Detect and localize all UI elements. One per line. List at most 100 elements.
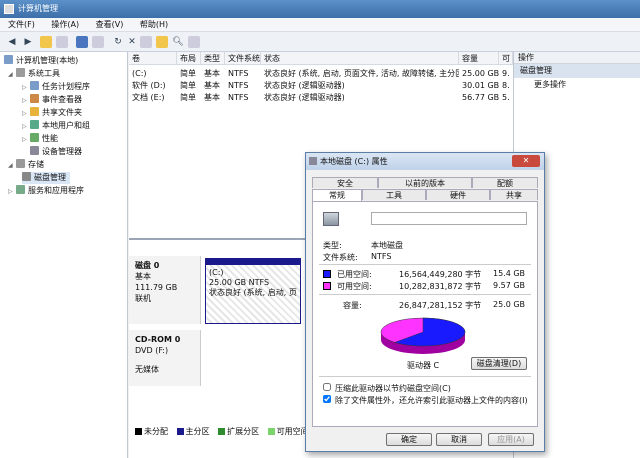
tree-item-storage[interactable]: ◢ 存储 [8,159,44,171]
disk-0-size: 111.79 GB [135,283,178,292]
cell-free: 9. [502,69,510,78]
show-tree-icon[interactable] [56,36,68,48]
column-header-status[interactable]: 状态 [261,52,459,65]
ok-button[interactable]: 确定 [386,433,432,446]
back-icon[interactable]: ◀ [6,36,18,48]
drive-icon [309,157,317,165]
column-header-type[interactable]: 类型 [201,52,225,65]
legend-swatch-primary [176,428,184,435]
navigation-tree: 计算机管理(本地) ◢ 系统工具 ▷ 任务计划程序 ▷ 事件查看器 ▷ 共享文件夹 ▷ 本… [0,52,128,458]
cell-layout: 简单 [180,81,196,90]
cell-volume: 软件 (D:) [132,81,166,90]
partition-c-status: 状态良好 (系统, 启动, 页面 [209,288,297,297]
index-checkbox[interactable] [323,395,331,403]
filesystem-label: 文件系统: [323,253,358,262]
tab-security[interactable]: 安全 [312,177,378,188]
tree-item-local-users[interactable]: ▷ 本地用户和组 [22,120,90,132]
menu-action[interactable]: 操作(A) [51,18,79,32]
open-icon[interactable] [156,36,168,48]
tree-item-disk-management[interactable]: 磁盘管理 [22,172,70,184]
column-header-volume[interactable]: 卷 [129,52,177,65]
divider [319,264,531,265]
cancel-button[interactable]: 取消 [436,433,482,446]
menu-file[interactable]: 文件(F) [8,18,35,32]
column-header-capacity[interactable]: 容量 [459,52,499,65]
hard-disk-icon [323,212,339,226]
tree-item-task-scheduler[interactable]: ▷ 任务计划程序 [22,81,90,93]
cdrom-name: CD-ROM 0 [135,335,181,344]
menu-view[interactable]: 查看(V) [96,18,124,32]
disk-cleanup-button[interactable]: 磁盘清理(D) [471,357,527,370]
compress-checkbox[interactable] [323,383,331,391]
cell-capacity: 30.01 GB [462,81,500,90]
new-icon[interactable] [140,36,152,48]
search-icon[interactable]: 🔍︎ [172,36,184,48]
cdrom-0-info[interactable]: CD-ROM 0 DVD (F:) 无媒体 [129,330,201,386]
tab-hardware[interactable]: 硬件 [426,189,490,200]
tab-tools[interactable]: 工具 [362,189,426,200]
help-icon[interactable] [76,36,88,48]
clock-icon [30,81,39,90]
dialog-title: 本地磁盘 (C:) 属性 [320,157,388,166]
tree-item-shared-folders[interactable]: ▷ 共享文件夹 [22,107,82,119]
apply-button[interactable]: 应用(A) [488,433,534,446]
tree-item-event-viewer[interactable]: ▷ 事件查看器 [22,94,82,106]
tree-item-services-apps[interactable]: ▷ 服务和应用程序 [8,185,84,197]
tree-item-device-manager[interactable]: 设备管理器 [30,146,82,158]
tools-icon [16,68,25,77]
menu-help[interactable]: 帮助(H) [140,18,168,32]
properties-icon[interactable] [92,36,104,48]
legend-swatch-unallocated [135,428,142,435]
cell-volume: (C:) [132,69,147,78]
column-header-filesystem[interactable]: 文件系统 [225,52,261,65]
cell-capacity: 25.00 GB [462,69,500,78]
tree-label: 事件查看器 [42,95,82,104]
cell-layout: 简单 [180,69,196,78]
services-icon [16,185,25,194]
cell-free: 5. [502,93,510,102]
cdrom-type: DVD (F:) [135,346,169,355]
tab-quota[interactable]: 配额 [472,177,538,188]
close-icon[interactable]: ✕ [512,155,540,167]
properties-dialog: 本地磁盘 (C:) 属性 ✕ 安全 以前的版本 配额 常规 工具 硬件 共享 类… [305,152,545,452]
volume-label-input[interactable] [371,212,527,225]
dialog-title-bar: 本地磁盘 (C:) 属性 ✕ [306,153,544,170]
cell-filesystem: NTFS [228,69,249,78]
column-header-layout[interactable]: 布局 [177,52,201,65]
event-icon [30,94,39,103]
capacity-bytes: 26,847,281,152 字节 [399,301,482,310]
tab-sharing[interactable]: 共享 [490,189,538,200]
type-value: 本地磁盘 [371,241,403,250]
cell-filesystem: NTFS [228,81,249,90]
delete-icon[interactable]: ✕ [126,36,138,48]
tree-item-performance[interactable]: ▷ 性能 [22,133,58,145]
storage-icon [16,159,25,168]
free-space-swatch [323,282,331,290]
menu-bar: 文件(F) 操作(A) 查看(V) 帮助(H) [0,18,640,32]
partition-c-name: (C:) [209,268,224,277]
window-title: 计算机管理 [18,4,58,13]
capacity-gb: 25.0 GB [493,300,526,309]
folder-up-icon[interactable] [40,36,52,48]
divider [319,376,531,377]
partition-c[interactable]: (C:) 25.00 GB NTFS 状态良好 (系统, 启动, 页面 [205,258,301,324]
settings-icon[interactable] [188,36,200,48]
partition-c-info: 25.00 GB NTFS [209,278,270,287]
users-icon [30,120,39,129]
tree-root[interactable]: 计算机管理(本地) [4,55,78,67]
performance-icon [30,133,39,142]
tree-item-system-tools[interactable]: ◢ 系统工具 [8,68,60,80]
more-actions-link[interactable]: 更多操作 [514,78,640,92]
disk-0-info[interactable]: 磁盘 0 基本 111.79 GB 联机 [129,256,201,324]
cell-type: 基本 [204,93,220,102]
refresh-icon[interactable]: ↻ [112,36,124,48]
free-space-gb: 9.57 GB [493,281,526,290]
tab-previous-versions[interactable]: 以前的版本 [378,177,472,188]
column-header-free[interactable]: 可 [499,52,513,65]
forward-icon[interactable]: ▶ [22,36,34,48]
actions-section[interactable]: 磁盘管理 [514,64,640,78]
disk-0-name: 磁盘 0 [135,261,160,270]
filesystem-value: NTFS [371,252,392,261]
cell-type: 基本 [204,69,220,78]
folder-icon [30,107,39,116]
